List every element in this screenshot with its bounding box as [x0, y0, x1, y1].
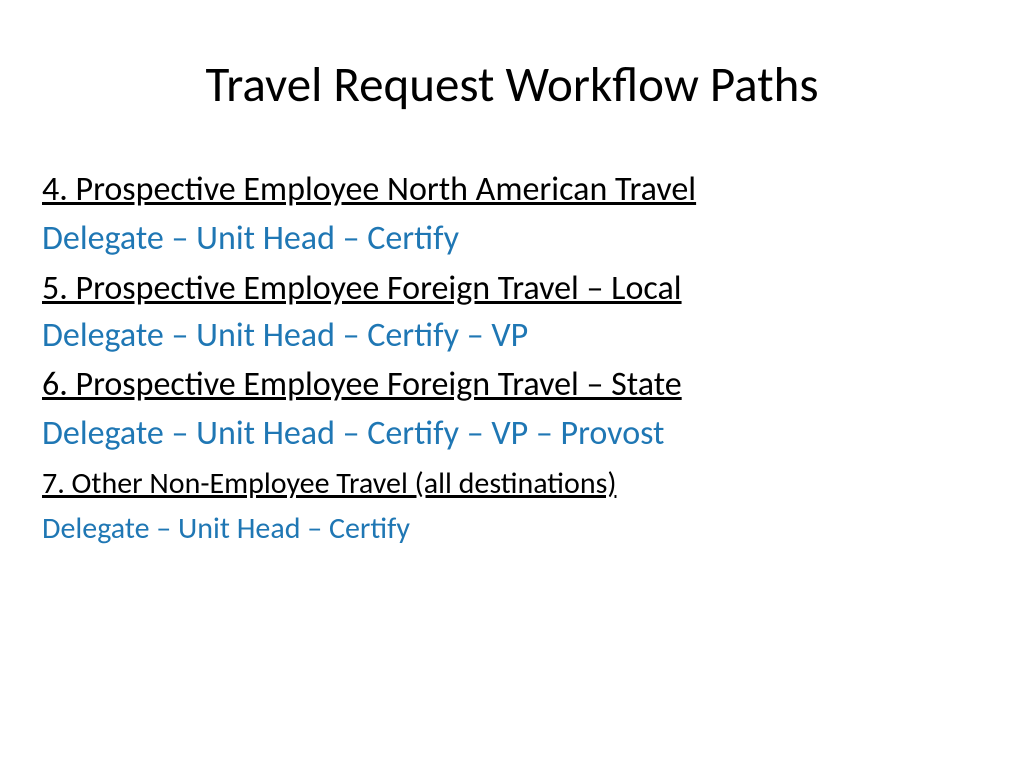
item-7-heading: 7. Other Non-Employee Travel (all destin…: [42, 461, 984, 506]
item-4-workflow: Delegate – Unit Head – Certify: [42, 214, 984, 263]
item-6-workflow: Delegate – Unit Head – Certify – VP – Pr…: [42, 409, 984, 458]
item-5-workflow: Delegate – Unit Head – Certify – VP: [42, 311, 984, 360]
item-6-heading: 6. Prospective Employee Foreign Travel –…: [42, 360, 984, 409]
item-4-heading: 4. Prospective Employee North American T…: [42, 165, 984, 214]
item-7-workflow: Delegate – Unit Head – Certify: [42, 506, 984, 551]
slide-title: Travel Request Workflow Paths: [40, 55, 984, 115]
slide-content: 4. Prospective Employee North American T…: [40, 165, 984, 551]
item-5-heading: 5. Prospective Employee Foreign Travel –…: [42, 264, 984, 313]
